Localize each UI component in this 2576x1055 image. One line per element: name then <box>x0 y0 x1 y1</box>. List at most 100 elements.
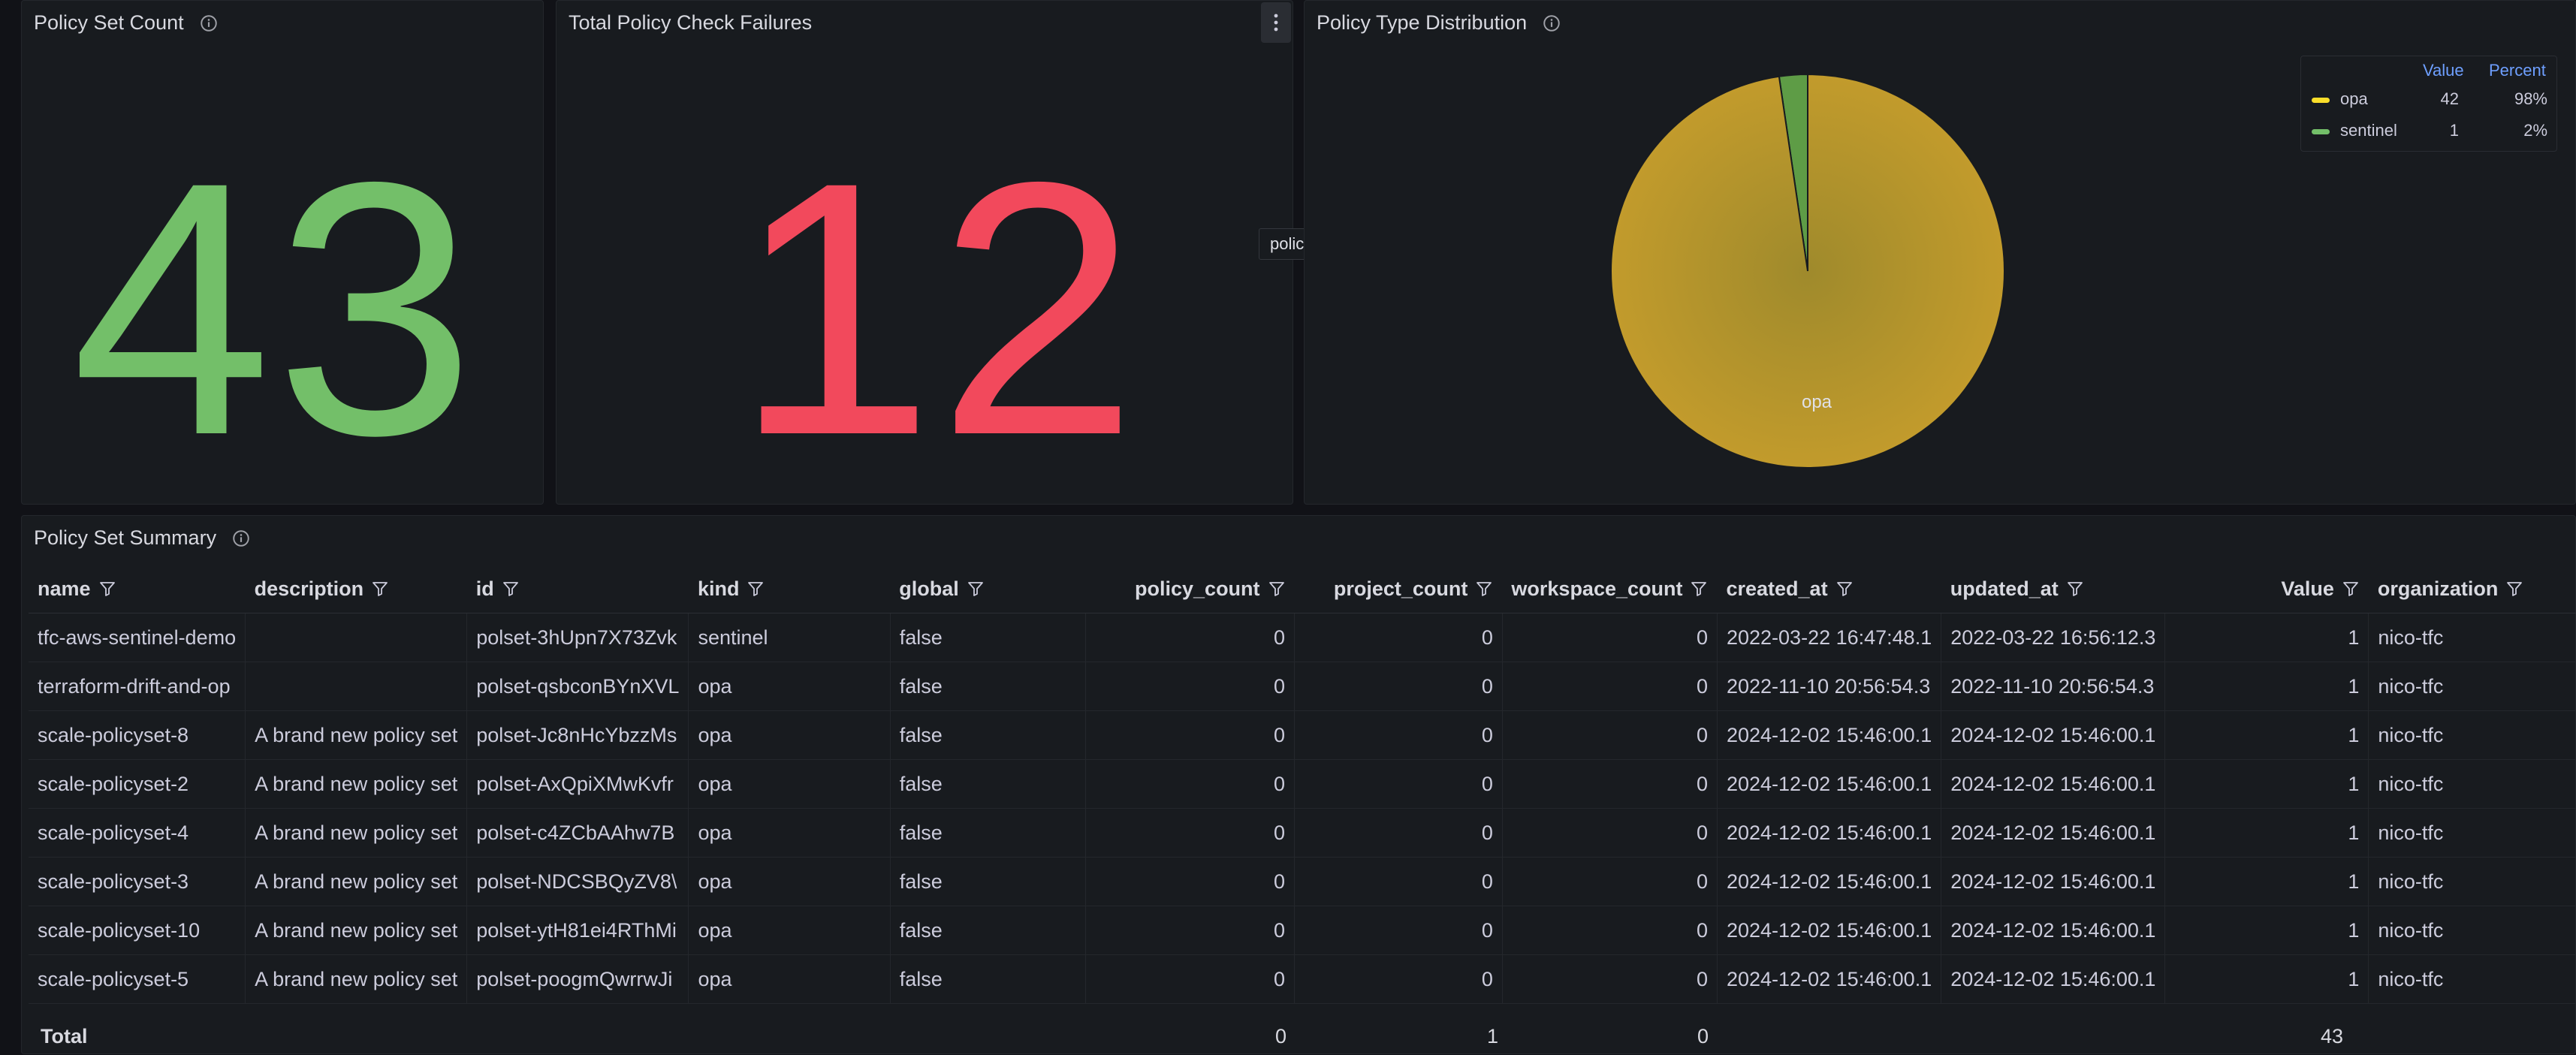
cell-project-count: 0 <box>1294 857 1503 906</box>
panel-title: Policy Set Count <box>34 11 219 35</box>
cell-name: scale-policyset-10 <box>29 906 246 955</box>
cell-project-count: 0 <box>1294 710 1503 760</box>
column-header-id[interactable]: id <box>466 565 689 613</box>
cell-updated-at: 2022-03-22 16:56:12.3 <box>1941 613 2166 662</box>
column-header-created-at[interactable]: created_at <box>1717 565 1941 613</box>
table-row[interactable]: scale-policyset-10 A brand new policy set… <box>29 906 2576 955</box>
cell-name: scale-policyset-5 <box>29 954 246 1004</box>
cell-updated-at: 2024-12-02 15:46:00.1 <box>1941 857 2166 906</box>
column-header-project-count[interactable]: project_count <box>1294 565 1503 613</box>
column-header-global[interactable]: global <box>890 565 1086 613</box>
cell-kind: opa <box>688 954 891 1004</box>
column-header-policy-count[interactable]: policy_count <box>1085 565 1295 613</box>
legend-item-percent: 98% <box>2514 89 2547 108</box>
table-row[interactable]: terraform-drift-and-op polset-qsbconBYnXV… <box>29 662 2576 711</box>
cell-id: polset-c4ZCbAAhw7B <box>466 808 689 858</box>
cell-policy-count: 0 <box>1085 954 1296 1004</box>
table-row[interactable]: scale-policyset-8 A brand new policy set p… <box>29 710 2576 760</box>
legend-item-name: sentinel <box>2340 121 2397 140</box>
cell-created-at: 2022-11-10 20:56:54.3 <box>1717 662 1942 711</box>
filter-icon[interactable] <box>502 580 520 598</box>
filter-icon[interactable] <box>967 580 985 598</box>
cell-global: false <box>890 808 1087 858</box>
cell-created-at: 2024-12-02 15:46:00.1 <box>1717 857 1942 906</box>
totals-policy-count: 0 <box>1275 1025 1287 1047</box>
cell-value: 1 <box>2164 857 2369 906</box>
cell-kind: opa <box>688 662 891 711</box>
legend-item-sentinel[interactable]: sentinel 1 2% <box>2301 118 2556 143</box>
cell-policy-count: 0 <box>1085 759 1296 809</box>
info-icon[interactable] <box>1542 14 1561 33</box>
column-header-kind[interactable]: kind <box>688 565 891 613</box>
cell-updated-at: 2022-11-10 20:56:54.3 <box>1941 662 2166 711</box>
table-row[interactable]: scale-policyset-3 A brand new policy set p… <box>29 857 2576 906</box>
cell-policy-count: 0 <box>1085 662 1296 711</box>
column-header-description[interactable]: description <box>245 565 467 613</box>
cell-updated-at: 2024-12-02 15:46:00.1 <box>1941 954 2166 1004</box>
filter-icon[interactable] <box>1690 580 1708 598</box>
column-header-value[interactable]: Value <box>2164 565 2369 613</box>
column-header-label: policy_count <box>1135 577 1260 600</box>
filter-icon[interactable] <box>747 580 765 598</box>
table-row[interactable]: scale-policyset-4 A brand new policy set p… <box>29 808 2576 858</box>
column-header-label: workspace_count <box>1511 577 1683 600</box>
cell-organization: nico-tfc <box>2368 710 2576 760</box>
legend-value-header[interactable]: Value <box>2423 61 2464 80</box>
cell-id: polset-NDCSBQyZV8\ <box>466 857 689 906</box>
legend-percent-header[interactable]: Percent <box>2489 61 2546 80</box>
filter-icon[interactable] <box>2066 580 2084 598</box>
cell-kind: sentinel <box>688 613 891 662</box>
column-header-label: kind <box>697 577 740 600</box>
column-header-organization[interactable]: organization <box>2368 565 2576 613</box>
cell-workspace-count: 0 <box>1502 759 1718 809</box>
filter-icon[interactable] <box>1475 580 1493 598</box>
filter-icon[interactable] <box>98 580 116 598</box>
cell-name: scale-policyset-2 <box>29 759 246 809</box>
totals-project-count: 1 <box>1487 1025 1499 1047</box>
totals-value: 43 <box>2321 1025 2344 1047</box>
cell-id: polset-AxQpiXMwKvfr <box>466 759 689 809</box>
cell-name: scale-policyset-4 <box>29 808 246 858</box>
panel-title: Total Policy Check Failures <box>569 11 812 35</box>
column-header-label: description <box>254 577 364 600</box>
cell-id: polset-qsbconBYnXVL <box>466 662 689 711</box>
cell-value: 1 <box>2164 906 2369 955</box>
cell-kind: opa <box>688 759 891 809</box>
cell-updated-at: 2024-12-02 15:46:00.1 <box>1941 710 2166 760</box>
cell-updated-at: 2024-12-02 15:46:00.1 <box>1941 808 2166 858</box>
filter-icon[interactable] <box>1268 580 1286 598</box>
legend-item-opa[interactable]: opa 42 98% <box>2301 86 2556 112</box>
filter-icon[interactable] <box>371 580 389 598</box>
column-header-name[interactable]: name <box>29 565 246 613</box>
cell-description: A brand new policy set <box>245 906 468 955</box>
cell-policy-count: 0 <box>1085 613 1296 662</box>
panel-title: Policy Type Distribution <box>1317 11 1561 35</box>
table-row[interactable]: scale-policyset-5 A brand new policy set p… <box>29 954 2576 1004</box>
filter-icon[interactable] <box>2342 580 2360 598</box>
column-header-label: organization <box>2377 577 2499 600</box>
info-icon[interactable] <box>199 14 219 33</box>
filter-icon[interactable] <box>2505 580 2523 598</box>
total-failures-value: 12 <box>734 107 1141 510</box>
table-row[interactable]: scale-policyset-2 A brand new policy set p… <box>29 759 2576 809</box>
table-row[interactable]: tfc-aws-sentinel-demo polset-3hUpn7X73Zvk… <box>29 613 2576 662</box>
cell-policy-count: 0 <box>1085 710 1296 760</box>
policy-set-count-value: 43 <box>71 107 478 510</box>
cell-project-count: 0 <box>1294 613 1503 662</box>
panel-title: Policy Set Summary <box>34 526 251 550</box>
panel-menu-button[interactable] <box>1261 2 1291 43</box>
cell-organization: nico-tfc <box>2368 662 2576 711</box>
column-header-updated-at[interactable]: updated_at <box>1941 565 2165 613</box>
cell-project-count: 0 <box>1294 954 1503 1004</box>
panel-title-text: Policy Type Distribution <box>1317 11 1528 34</box>
column-header-workspace-count[interactable]: workspace_count <box>1502 565 1718 613</box>
filter-icon[interactable] <box>1835 580 1854 598</box>
cell-created-at: 2022-03-22 16:47:48.1 <box>1717 613 1942 662</box>
cell-workspace-count: 0 <box>1502 710 1718 760</box>
cell-project-count: 0 <box>1294 759 1503 809</box>
info-icon[interactable] <box>231 529 251 548</box>
cell-description: A brand new policy set <box>245 808 468 858</box>
cell-created-at: 2024-12-02 15:46:00.1 <box>1717 906 1942 955</box>
cell-global: false <box>890 906 1087 955</box>
cell-kind: opa <box>688 710 891 760</box>
